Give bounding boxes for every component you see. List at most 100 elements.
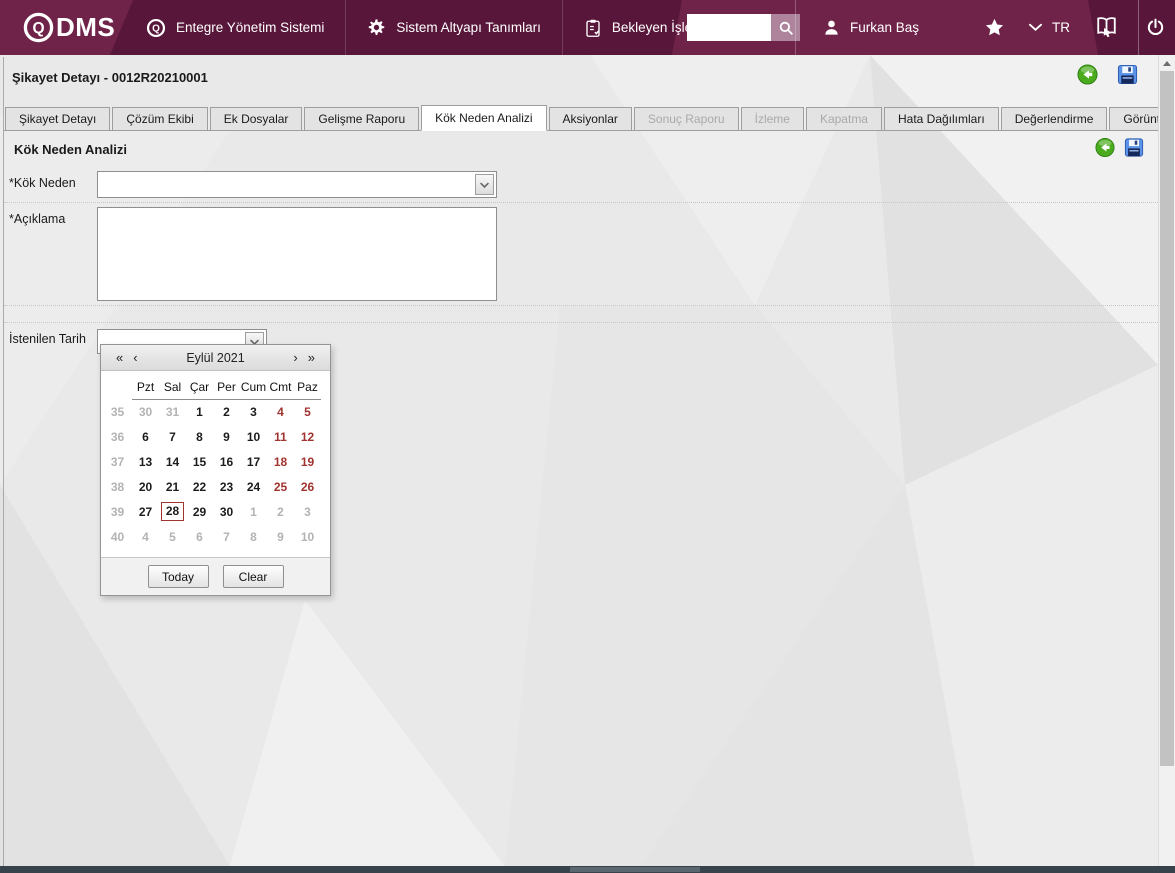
- calendar-day[interactable]: 30: [132, 399, 159, 424]
- kok-neden-input[interactable]: [98, 172, 496, 197]
- calendar-week-row: 39 27 28 29 30 1 2 3: [103, 499, 321, 524]
- svg-text:Q: Q: [152, 23, 160, 34]
- calendar-day[interactable]: 21: [159, 474, 186, 499]
- calendar-day[interactable]: 1: [240, 499, 267, 524]
- calendar-day[interactable]: 3: [294, 499, 321, 524]
- favorites-button[interactable]: [984, 0, 1005, 55]
- calendar-week-row: 37 13 14 15 16 17 18 19: [103, 449, 321, 474]
- calendar-day[interactable]: 28: [159, 499, 186, 524]
- user-menu[interactable]: Furkan Baş: [822, 0, 919, 55]
- horizontal-scrollbar-thumb[interactable]: [570, 867, 700, 872]
- calendar-day[interactable]: 3: [240, 399, 267, 424]
- app-logo[interactable]: Q DMS: [22, 0, 115, 55]
- tab-goruntule[interactable]: Görüntüle: [1109, 107, 1158, 131]
- calendar-day[interactable]: 2: [213, 399, 240, 424]
- calendar-day[interactable]: 18: [267, 449, 294, 474]
- back-button[interactable]: [1077, 64, 1098, 85]
- selected-day[interactable]: 28: [160, 502, 185, 521]
- save-button[interactable]: [1117, 64, 1138, 85]
- next-year-button[interactable]: »: [303, 350, 320, 365]
- user-icon: [822, 18, 841, 37]
- calendar-day[interactable]: 4: [132, 524, 159, 549]
- tab-bar: Şikayet Detayı Çözüm Ekibi Ek Dosyalar Geli…: [4, 97, 1158, 131]
- calendar-day[interactable]: 6: [186, 524, 213, 549]
- kok-neden-dropdown-button[interactable]: [475, 174, 494, 195]
- search-input[interactable]: [687, 14, 771, 41]
- calendar-day[interactable]: 26: [294, 474, 321, 499]
- calendar-day[interactable]: 20: [132, 474, 159, 499]
- tab-sikayet-detayi[interactable]: Şikayet Detayı: [5, 107, 111, 131]
- aciklama-textarea[interactable]: [97, 207, 497, 301]
- calendar-day[interactable]: 7: [159, 424, 186, 449]
- vertical-scrollbar-thumb[interactable]: [1160, 71, 1174, 766]
- power-icon: [1145, 17, 1166, 38]
- calendar-day[interactable]: 23: [213, 474, 240, 499]
- section-back-button[interactable]: [1095, 137, 1115, 158]
- tab-gelisme-raporu[interactable]: Gelişme Raporu: [304, 107, 420, 131]
- tab-degerlendirme[interactable]: Değerlendirme: [1000, 107, 1108, 131]
- kok-neden-combobox[interactable]: [97, 171, 497, 198]
- chevron-down-icon: [1028, 22, 1043, 33]
- vertical-scrollbar[interactable]: [1158, 55, 1175, 866]
- tab-cozum-ekibi[interactable]: Çözüm Ekibi: [112, 107, 208, 131]
- horizontal-scrollbar[interactable]: [0, 866, 1175, 873]
- logout-button[interactable]: [1145, 0, 1166, 55]
- tab-kok-neden-analizi[interactable]: Kök Neden Analizi: [421, 105, 547, 131]
- prev-month-button[interactable]: ‹: [128, 350, 142, 365]
- calendar-day[interactable]: 22: [186, 474, 213, 499]
- calendar-day[interactable]: 2: [267, 499, 294, 524]
- qdms-logo-icon: Q: [22, 11, 55, 44]
- date-picker-popup: « ‹ Eylül 2021 › » Pzt Sal Çar Per Cum Cmt Paz…: [100, 344, 331, 596]
- tab-sonuc-raporu: Sonuç Raporu: [633, 107, 739, 131]
- calendar-day[interactable]: 11: [267, 424, 294, 449]
- calendar-day[interactable]: 27: [132, 499, 159, 524]
- calendar-day[interactable]: 8: [240, 524, 267, 549]
- today-button[interactable]: Today: [147, 565, 209, 588]
- calendar-day[interactable]: 19: [294, 449, 321, 474]
- kok-neden-label: *Kök Neden: [9, 176, 76, 190]
- calendar-day[interactable]: 17: [240, 449, 267, 474]
- calendar-day[interactable]: 5: [294, 399, 321, 424]
- tab-aksiyonlar[interactable]: Aksiyonlar: [548, 107, 632, 131]
- tab-ek-dosyalar[interactable]: Ek Dosyalar: [209, 107, 303, 131]
- calendar-week-row: 35 30 31 1 2 3 4 5: [103, 399, 321, 424]
- calendar-day[interactable]: 29: [186, 499, 213, 524]
- user-name: Furkan Baş: [850, 20, 920, 35]
- calendar-day[interactable]: 24: [240, 474, 267, 499]
- menu-item-sistem-altyapi-tanimlari[interactable]: Sistem Altyapı Tanımları: [345, 0, 562, 55]
- week-number: 38: [110, 479, 125, 494]
- calendar-day[interactable]: 1: [186, 399, 213, 424]
- next-month-button[interactable]: ›: [288, 350, 302, 365]
- calendar-day[interactable]: 16: [213, 449, 240, 474]
- calendar-day[interactable]: 10: [294, 524, 321, 549]
- menu-item-label: Entegre Yönetim Sistemi: [176, 20, 325, 35]
- calendar-day[interactable]: 15: [186, 449, 213, 474]
- calendar-day[interactable]: 12: [294, 424, 321, 449]
- calendar-day[interactable]: 10: [240, 424, 267, 449]
- calendar-day[interactable]: 31: [159, 399, 186, 424]
- calendar-day[interactable]: 9: [213, 424, 240, 449]
- calendar-day[interactable]: 25: [267, 474, 294, 499]
- menu-item-entegre-yonetim-sistemi[interactable]: Q Entegre Yönetim Sistemi: [125, 0, 345, 55]
- calendar-day[interactable]: 7: [213, 524, 240, 549]
- calendar-day[interactable]: 30: [213, 499, 240, 524]
- calendar-day[interactable]: 8: [186, 424, 213, 449]
- calendar-day[interactable]: 9: [267, 524, 294, 549]
- calendar-day[interactable]: 14: [159, 449, 186, 474]
- calendar-day[interactable]: 5: [159, 524, 186, 549]
- section-save-button[interactable]: [1124, 137, 1144, 157]
- calendar-day[interactable]: 4: [267, 399, 294, 424]
- section-title: Kök Neden Analizi: [14, 142, 127, 157]
- form-row-aciklama: *Açıklama: [4, 203, 1158, 306]
- calendar-day[interactable]: 6: [132, 424, 159, 449]
- tab-hata-dagilimlari[interactable]: Hata Dağılımları: [883, 107, 999, 131]
- language-selector[interactable]: TR: [1028, 0, 1070, 55]
- calendar-day[interactable]: 13: [132, 449, 159, 474]
- week-number: 35: [110, 404, 125, 419]
- main-area: Şikayet Detayı - 0012R20210001 Şikayet D…: [0, 55, 1158, 866]
- help-guide-button[interactable]: [1092, 0, 1121, 55]
- weekday-header: Cmt: [267, 375, 294, 400]
- scroll-up-button[interactable]: [1159, 55, 1175, 71]
- clear-button[interactable]: Clear: [222, 565, 284, 588]
- prev-year-button[interactable]: «: [111, 350, 128, 365]
